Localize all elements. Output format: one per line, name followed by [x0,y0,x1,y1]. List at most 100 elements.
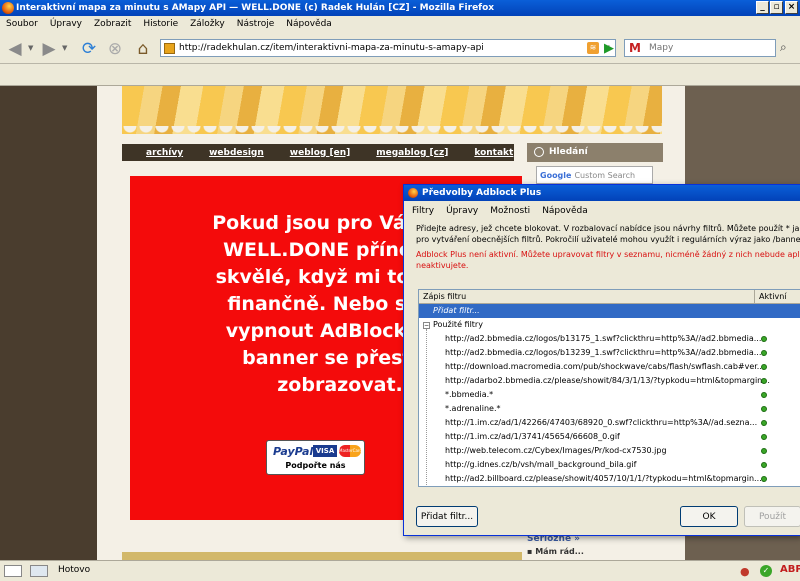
filter-active-icon[interactable] [761,406,767,412]
ok-button[interactable]: OK [680,506,738,527]
filter-text: http://web.telecom.cz/Cybex/Images/Pr/ko… [445,446,667,455]
collapse-toggle-icon[interactable]: − [423,322,430,329]
filter-active-icon[interactable] [761,378,767,384]
visa-card-icon: VISA [313,445,337,457]
status-firefox-addon-icon[interactable]: ● [740,565,750,578]
dialog-menu-moznosti[interactable]: Možnosti [490,206,530,216]
filter-active-icon[interactable] [761,392,767,398]
filter-active-icon[interactable] [761,462,767,468]
dialog-title-bar[interactable]: Předvolby Adblock Plus [404,185,800,201]
menu-upravy[interactable]: Úpravy [50,19,82,29]
filter-active-icon[interactable] [761,476,767,482]
menu-napoveda[interactable]: Nápověda [286,19,332,29]
filter-row[interactable]: http://download.macromedia.com/pub/shock… [419,360,800,374]
add-filter-row[interactable]: Přidat filtr... [419,304,800,318]
site-nav-weblog[interactable]: weblog [en] [290,148,350,158]
filter-list[interactable]: Zápis filtru Aktivní Přidat filtr... − Po… [418,289,800,487]
filter-group-label: Použité filtry [433,320,483,329]
filter-active-icon[interactable] [761,434,767,440]
forward-arrow-icon: ▶ [42,39,56,59]
status-bar: Hotovo ● ✓ ABP [0,560,800,581]
menu-soubor[interactable]: Soubor [6,19,38,29]
site-nav-webdesign[interactable]: webdesign [209,148,264,158]
menu-zalozky[interactable]: Záložky [190,19,225,29]
home-button[interactable]: ⌂ [132,38,154,60]
add-filter-button[interactable]: Přidat filtr... [416,506,478,527]
search-circle-icon [534,147,544,157]
apply-button-label: Použít [758,511,787,522]
maximize-button[interactable]: ▫ [770,1,783,14]
filter-active-icon[interactable] [761,364,767,370]
google-custom-search-input[interactable]: Google Custom Search [536,166,653,184]
menu-nastroje[interactable]: Nástroje [237,19,275,29]
filter-text: *.bbmedia.* [445,390,494,399]
dialog-firefox-icon [408,188,418,198]
filter-text: http://ad2.bbmedia.cz/logos/b13239_1.swf… [445,348,762,357]
site-nav-megablog[interactable]: megablog [cz] [376,148,448,158]
paypal-donate-button[interactable]: PayPal VISA MasterCard Podpořte nás [266,440,365,475]
filter-row[interactable]: *.bbmedia.* [419,388,800,402]
dialog-menu-napoveda[interactable]: Nápověda [542,206,588,216]
stop-icon: ⊗ [107,39,123,59]
site-nav-kontakt[interactable]: kontakt [474,148,513,158]
back-dropdown-icon[interactable]: ▼ [28,44,33,52]
filter-row[interactable]: http://adarbo2.bbmedia.cz/please/showit/… [419,374,800,388]
filter-text: http://1.im.cz/ad/1/42266/47403/68920_0.… [445,418,758,427]
forward-button[interactable]: ▶ [38,38,60,60]
search-engine-selector[interactable]: M [624,39,646,57]
menu-historie[interactable]: Historie [143,19,178,29]
filter-row[interactable]: http://ad2.billboard.cz/please/showit/40… [419,472,800,486]
minimize-button[interactable]: _ [756,1,769,14]
sidebar-link-mam-rad[interactable]: ▪ Mám rád... [527,547,663,556]
filter-active-icon[interactable] [761,420,767,426]
filter-row[interactable]: http://1.im.cz/ad/1/42266/47403/68920_0.… [419,416,800,430]
filter-row[interactable]: *.adrenaline.* [419,402,800,416]
filter-active-icon[interactable] [761,336,767,342]
adblock-status-icon[interactable]: ABP [780,564,800,575]
add-filter-button-label: Přidat filtr... [420,511,474,522]
filter-text: *.adrenaline.* [445,404,501,413]
filter-row[interactable]: http://g.idnes.cz/b/vsh/mall_background_… [419,458,800,472]
site-navigation: archívy webdesign weblog [en] megablog [… [122,144,514,161]
column-active[interactable]: Aktivní [759,290,787,304]
dialog-menu-upravy[interactable]: Úpravy [446,206,478,216]
filter-group-row[interactable]: − Použité filtry [419,318,800,332]
filter-row[interactable]: http://1.im.cz/ad/1/3741/45654/66608_0.g… [419,430,800,444]
status-text: Hotovo [58,565,91,575]
search-magnifier-icon[interactable]: ⌕ [780,40,787,55]
filter-row[interactable]: http://ad2.bbmedia.cz/logos/b13175_1.swf… [419,332,800,346]
status-check-icon[interactable]: ✓ [760,565,772,577]
google-search-placeholder: Custom Search [574,170,636,180]
reload-icon: ⟳ [81,39,97,59]
dialog-menu-bar: Filtry Úpravy Možnosti Nápověda [404,203,800,219]
bookmarks-toolbar [0,64,800,86]
ok-button-label: OK [702,511,716,522]
status-screen-icon[interactable] [30,565,48,577]
filter-active-icon[interactable] [761,350,767,356]
forward-dropdown-icon[interactable]: ▼ [62,44,67,52]
stop-button[interactable]: ⊗ [104,38,126,60]
add-filter-row-label: Přidat filtr... [433,306,480,315]
filter-row[interactable]: http://web.telecom.cz/Cybex/Images/Pr/ko… [419,444,800,458]
filter-row[interactable]: http://ad2.bbmedia.cz/logos/b13239_1.swf… [419,346,800,360]
url-text: http://radekhulan.cz/item/interaktivni-m… [179,43,484,53]
search-bar[interactable] [624,39,776,57]
window-title-bar[interactable]: Interaktivní mapa za minutu s AMapy API … [0,0,800,16]
close-button[interactable]: × [785,1,798,14]
site-nav-archivy[interactable]: archívy [146,148,183,158]
article-footer-strip [122,552,522,560]
menu-zobrazit[interactable]: Zobrazit [94,19,131,29]
site-search-title: Hledání [549,147,588,157]
reload-button[interactable]: ⟳ [78,38,100,60]
dialog-menu-filtry[interactable]: Filtry [412,206,434,216]
search-input[interactable] [649,43,759,53]
filter-active-icon[interactable] [761,448,767,454]
back-button[interactable]: ◀ [4,38,26,60]
filter-text: http://g.idnes.cz/b/vsh/mall_background_… [445,460,637,469]
url-bar[interactable]: http://radekhulan.cz/item/interaktivni-m… [160,39,616,57]
status-page-icon[interactable] [4,565,22,577]
column-filter[interactable]: Zápis filtru [423,290,466,304]
go-button[interactable]: ▶ [598,37,620,59]
go-arrow-icon: ▶ [604,40,614,56]
dialog-description: Přidejte adresy, jež chcete blokovat. V … [416,224,800,244]
